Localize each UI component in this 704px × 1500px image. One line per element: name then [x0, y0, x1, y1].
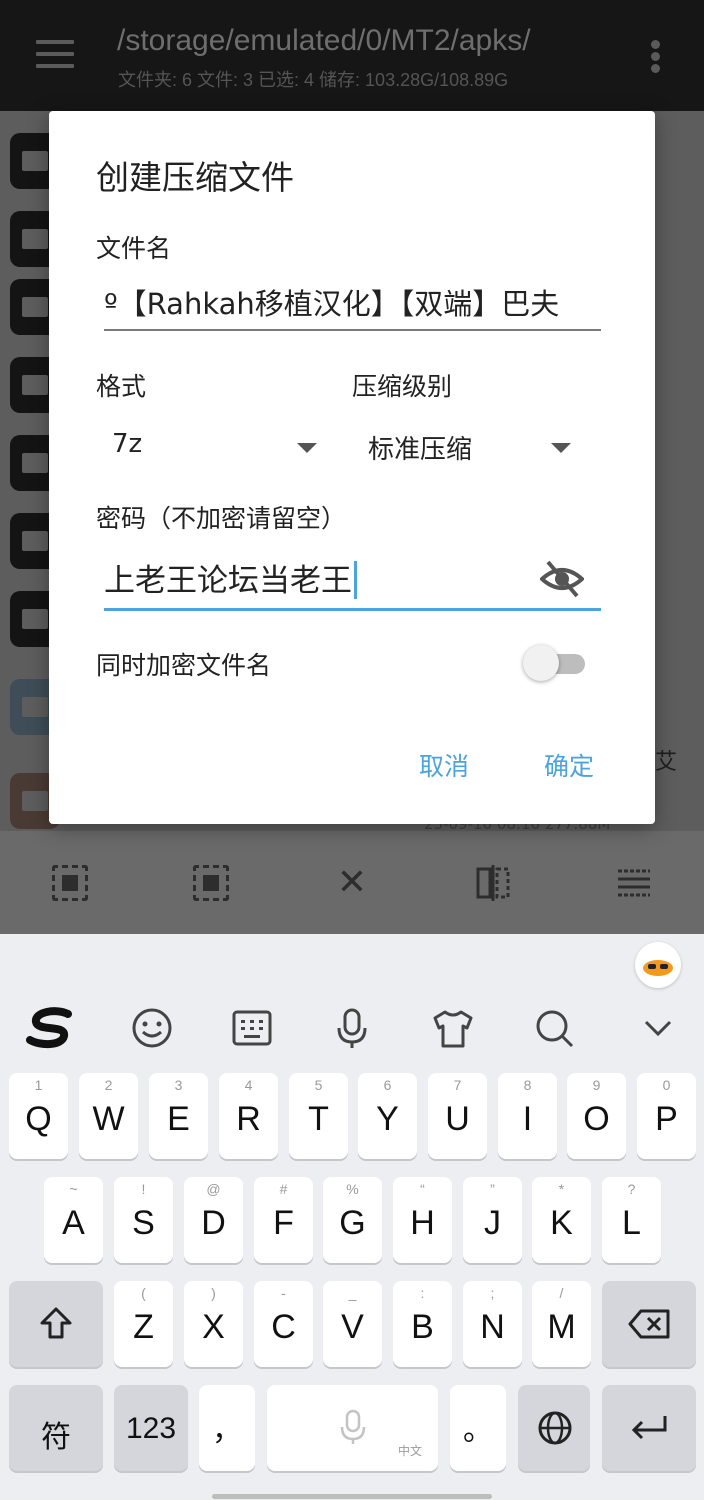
key-j[interactable]: ” J	[463, 1177, 522, 1263]
app-toolbar: /storage/emulated/0/MT2/apks/ 文件夹: 6 文件:…	[0, 0, 704, 111]
key-t[interactable]: 5T	[289, 1073, 348, 1159]
password-value: 上老王论坛当老王	[104, 563, 352, 599]
password-label: 密码（不加密请留空）	[96, 504, 347, 533]
storage-stats: 文件夹: 6 文件: 3 已选: 4 储存: 103.28G/108.89G	[118, 70, 509, 90]
filename-input[interactable]: º【Rahkah移植汉化】【双端】巴夫	[104, 281, 601, 331]
filename-value: º【Rahkah移植汉化】【双端】巴夫	[104, 287, 560, 321]
format-label: 格式	[96, 372, 147, 401]
key-g[interactable]: % G	[323, 1177, 382, 1263]
more-options-icon[interactable]	[651, 40, 663, 76]
text-cursor	[354, 561, 357, 599]
dialog-title: 创建压缩文件	[96, 158, 294, 197]
compression-level-label: 压缩级别	[352, 372, 453, 401]
key-a[interactable]: ~ A	[44, 1177, 103, 1263]
soft-keyboard: 1Q 2W 3E 4R 5T 6Y 7U 8I 9O 0P ~ A ! S @ D #…	[0, 934, 704, 1500]
language-switch-key[interactable]	[518, 1385, 590, 1471]
shift-key[interactable]	[9, 1281, 103, 1367]
key-q[interactable]: 1Q	[9, 1073, 68, 1159]
symbol-key[interactable]: 符	[9, 1385, 103, 1471]
enter-key[interactable]	[602, 1385, 696, 1471]
compression-level-select[interactable]: 标准压缩	[368, 429, 571, 469]
encrypt-filenames-toggle[interactable]	[523, 645, 586, 681]
globe-icon	[538, 1411, 572, 1445]
space-key[interactable]: 中文	[267, 1385, 438, 1471]
ok-button[interactable]: 确定	[544, 747, 594, 783]
select-range-icon[interactable]	[193, 865, 229, 901]
shift-icon	[40, 1307, 72, 1339]
number-key[interactable]: 123	[114, 1385, 188, 1471]
key-w[interactable]: 2W	[79, 1073, 138, 1159]
key-o[interactable]: 9O	[567, 1073, 626, 1159]
key-u[interactable]: 7U	[428, 1073, 487, 1159]
format-select[interactable]: 7z	[112, 429, 317, 469]
backspace-icon	[628, 1309, 670, 1339]
menu-icon[interactable]	[36, 40, 74, 70]
emoji-icon[interactable]	[130, 1006, 174, 1050]
collapse-keyboard-icon[interactable]	[636, 1006, 680, 1050]
space-language-hint: 中文	[397, 1444, 422, 1458]
format-value: 7z	[112, 429, 143, 459]
key-k[interactable]: * K	[532, 1177, 591, 1263]
key-z[interactable]: (Z	[114, 1281, 173, 1367]
search-icon[interactable]	[532, 1006, 576, 1050]
enter-icon	[631, 1416, 667, 1440]
current-path: /storage/emulated/0/MT2/apks/	[117, 24, 531, 57]
key-f[interactable]: # F	[254, 1177, 313, 1263]
ime-logo-icon[interactable]	[26, 1006, 74, 1050]
cancel-button[interactable]: 取消	[419, 747, 469, 783]
file-name-partial: 艾	[655, 750, 678, 775]
create-archive-dialog: 创建压缩文件 文件名 º【Rahkah移植汉化】【双端】巴夫 格式 压缩级别 7…	[49, 111, 655, 824]
key-r[interactable]: 4R	[219, 1073, 278, 1159]
key-d[interactable]: @ D	[184, 1177, 243, 1263]
key-n[interactable]: ; N	[463, 1281, 522, 1367]
key-e[interactable]: 3E	[149, 1073, 208, 1159]
compression-level-value: 标准压缩	[368, 435, 473, 465]
dropdown-arrow-icon	[297, 443, 317, 453]
backspace-key[interactable]	[602, 1281, 696, 1367]
key-x[interactable]: ) X	[184, 1281, 243, 1367]
select-all-icon[interactable]	[52, 865, 88, 901]
keyboard-layout-icon[interactable]	[230, 1006, 274, 1050]
key-s[interactable]: ! S	[114, 1177, 173, 1263]
list-select-icon[interactable]	[616, 865, 652, 901]
hide-password-icon[interactable]	[539, 559, 585, 599]
period-key[interactable]: 。	[450, 1385, 506, 1471]
key-m[interactable]: / M	[532, 1281, 591, 1367]
key-y[interactable]: 6Y	[358, 1073, 417, 1159]
filename-label: 文件名	[96, 234, 172, 263]
invert-selection-icon[interactable]	[475, 865, 511, 901]
clear-selection-icon[interactable]: ✕	[334, 865, 370, 901]
key-b[interactable]: :B	[393, 1281, 452, 1367]
voice-input-icon[interactable]	[330, 1006, 374, 1050]
key-l[interactable]: ? L	[602, 1177, 661, 1263]
gesture-home-bar[interactable]	[212, 1494, 492, 1499]
password-input[interactable]: 上老王论坛当老王	[104, 551, 601, 611]
key-v[interactable]: _ V	[323, 1281, 382, 1367]
key-h[interactable]: “H	[393, 1177, 452, 1263]
space-mic-icon	[340, 1409, 366, 1444]
key-c[interactable]: -C	[254, 1281, 313, 1367]
key-p[interactable]: 0P	[637, 1073, 696, 1159]
key-i[interactable]: 8I	[498, 1073, 557, 1159]
selection-action-bar: ✕	[0, 831, 704, 934]
encrypt-filenames-label: 同时加密文件名	[96, 651, 272, 680]
toggle-knob	[523, 645, 559, 681]
skin-theme-icon[interactable]	[431, 1006, 475, 1050]
ime-mascot-icon[interactable]	[635, 942, 681, 988]
dropdown-arrow-icon	[551, 443, 571, 453]
comma-key[interactable]: ，	[199, 1385, 255, 1471]
